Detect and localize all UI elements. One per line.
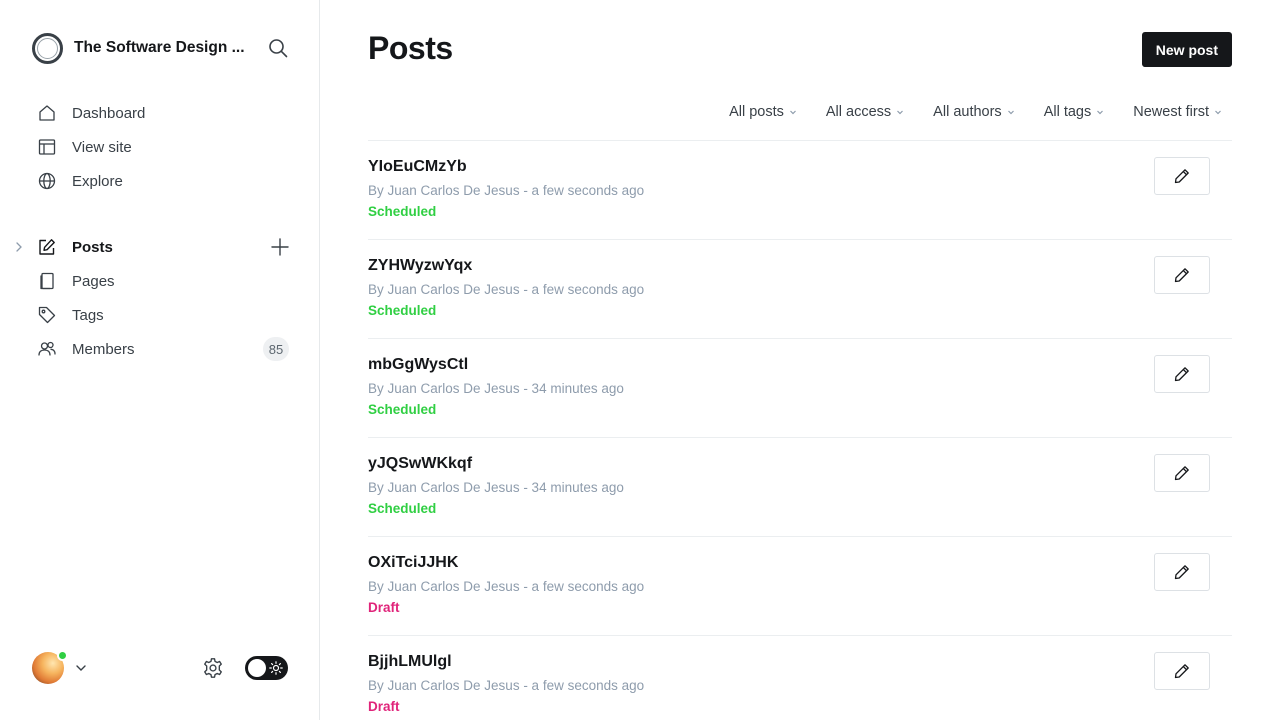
post-meta: By Juan Carlos De Jesus - a few seconds … [368, 678, 645, 693]
sidebar-item-label: Tags [72, 306, 104, 324]
filter-label: All authors [933, 104, 1002, 120]
filter-access[interactable]: All access [826, 104, 904, 120]
edit-post-button[interactable] [1154, 454, 1210, 492]
search-icon[interactable] [268, 38, 288, 58]
sidebar-item-tags[interactable]: Tags [0, 298, 320, 332]
post-row[interactable]: ZYHWyzwYqx By Juan Carlos De Jesus - a f… [368, 240, 1232, 339]
nav-top: Dashboard View site Explore [0, 96, 320, 198]
post-meta: By Juan Carlos De Jesus - 34 minutes ago [368, 381, 624, 396]
sidebar-item-label: Members [72, 340, 135, 358]
toggle-knob [248, 659, 266, 677]
filter-label: All tags [1043, 104, 1092, 120]
post-row[interactable]: OXiTciJJHK By Juan Carlos De Jesus - a f… [368, 537, 1232, 636]
online-status-indicator [57, 650, 68, 661]
main-content: Posts New post All posts All access All … [320, 0, 1280, 720]
chevron-right-icon[interactable] [13, 241, 25, 253]
filter-post-type[interactable]: All posts [729, 104, 797, 120]
chevron-down-icon [1007, 110, 1014, 115]
nav-main: Posts Pages Tags Members 85 [0, 230, 320, 366]
post-status: Scheduled [368, 402, 437, 417]
filter-tags[interactable]: All tags [1044, 104, 1105, 120]
sidebar-item-label: Explore [72, 172, 123, 190]
home-icon [38, 104, 56, 122]
post-meta: By Juan Carlos De Jesus - a few seconds … [368, 579, 645, 594]
pages-icon [38, 272, 56, 290]
post-title[interactable]: yJQSwWKkqf [368, 455, 472, 473]
chevron-down-icon [789, 110, 796, 115]
post-status: Scheduled [368, 303, 437, 318]
sidebar-footer [32, 650, 288, 684]
new-post-button[interactable]: New post [1141, 32, 1232, 67]
pencil-icon [1174, 367, 1189, 382]
filter-label: All access [825, 104, 892, 120]
post-title[interactable]: YIoEuCMzYb [368, 158, 467, 176]
post-status: Scheduled [368, 501, 437, 516]
post-status: Scheduled [368, 204, 437, 219]
site-header: The Software Design ... [32, 32, 292, 64]
pencil-square-icon [38, 238, 56, 256]
filter-bar: All posts All access All authors All tag… [700, 100, 1222, 124]
sidebar-item-posts[interactable]: Posts [0, 230, 320, 264]
sidebar-item-label: Dashboard [72, 104, 146, 122]
filter-authors[interactable]: All authors [933, 104, 1015, 120]
site-title[interactable]: The Software Design ... [74, 39, 246, 57]
post-meta: By Juan Carlos De Jesus - a few seconds … [368, 183, 645, 198]
sidebar-item-label: Pages [72, 272, 115, 290]
post-title[interactable]: BjjhLMUlgl [368, 653, 452, 671]
sun-icon [269, 661, 283, 675]
sidebar-item-view-site[interactable]: View site [0, 130, 320, 164]
edit-post-button[interactable] [1154, 157, 1210, 195]
post-title[interactable]: mbGgWysCtl [368, 356, 468, 374]
sidebar-item-label: View site [72, 138, 132, 156]
pencil-icon [1174, 565, 1189, 580]
post-list: YIoEuCMzYb By Juan Carlos De Jesus - a f… [368, 140, 1232, 720]
post-status: Draft [368, 600, 400, 615]
page-title: Posts [368, 30, 453, 66]
post-meta: By Juan Carlos De Jesus - 34 minutes ago [368, 480, 624, 495]
chevron-down-icon [897, 110, 904, 115]
pencil-icon [1174, 466, 1189, 481]
post-row[interactable]: BjjhLMUlgl By Juan Carlos De Jesus - a f… [368, 636, 1232, 720]
sidebar-item-label: Posts [72, 238, 113, 256]
post-title[interactable]: OXiTciJJHK [368, 554, 458, 572]
members-count-badge: 85 [263, 337, 289, 361]
post-meta: By Juan Carlos De Jesus - a few seconds … [368, 282, 645, 297]
post-status: Draft [368, 699, 400, 714]
post-row[interactable]: YIoEuCMzYb By Juan Carlos De Jesus - a f… [368, 141, 1232, 240]
layout-icon [38, 138, 56, 156]
post-title[interactable]: ZYHWyzwYqx [368, 257, 472, 275]
sidebar-item-explore[interactable]: Explore [0, 164, 320, 198]
post-row[interactable]: yJQSwWKkqf By Juan Carlos De Jesus - 34 … [368, 438, 1232, 537]
filter-sort-order[interactable]: Newest first [1133, 104, 1222, 120]
sidebar-item-dashboard[interactable]: Dashboard [0, 96, 320, 130]
members-icon [38, 340, 56, 358]
tag-icon [38, 306, 56, 324]
chevron-down-icon [1097, 110, 1104, 115]
pencil-icon [1174, 664, 1189, 679]
edit-post-button[interactable] [1154, 355, 1210, 393]
sidebar: The Software Design ... Dashboard View s… [0, 0, 320, 720]
site-logo-icon[interactable] [32, 32, 63, 64]
globe-icon [38, 172, 56, 190]
pencil-icon [1174, 169, 1189, 184]
edit-post-button[interactable] [1154, 553, 1210, 591]
pencil-icon [1174, 268, 1189, 283]
gear-icon[interactable] [202, 657, 224, 679]
plus-icon[interactable] [270, 237, 290, 257]
sidebar-item-members[interactable]: Members 85 [0, 332, 320, 366]
edit-post-button[interactable] [1154, 256, 1210, 294]
dark-mode-toggle[interactable] [245, 656, 288, 680]
edit-post-button[interactable] [1154, 652, 1210, 690]
filter-label: All posts [729, 104, 784, 120]
filter-label: Newest first [1133, 104, 1209, 120]
chevron-down-icon [1215, 110, 1221, 115]
sidebar-item-pages[interactable]: Pages [0, 264, 320, 298]
chevron-down-icon[interactable] [75, 662, 87, 674]
post-row[interactable]: mbGgWysCtl By Juan Carlos De Jesus - 34 … [368, 339, 1232, 438]
